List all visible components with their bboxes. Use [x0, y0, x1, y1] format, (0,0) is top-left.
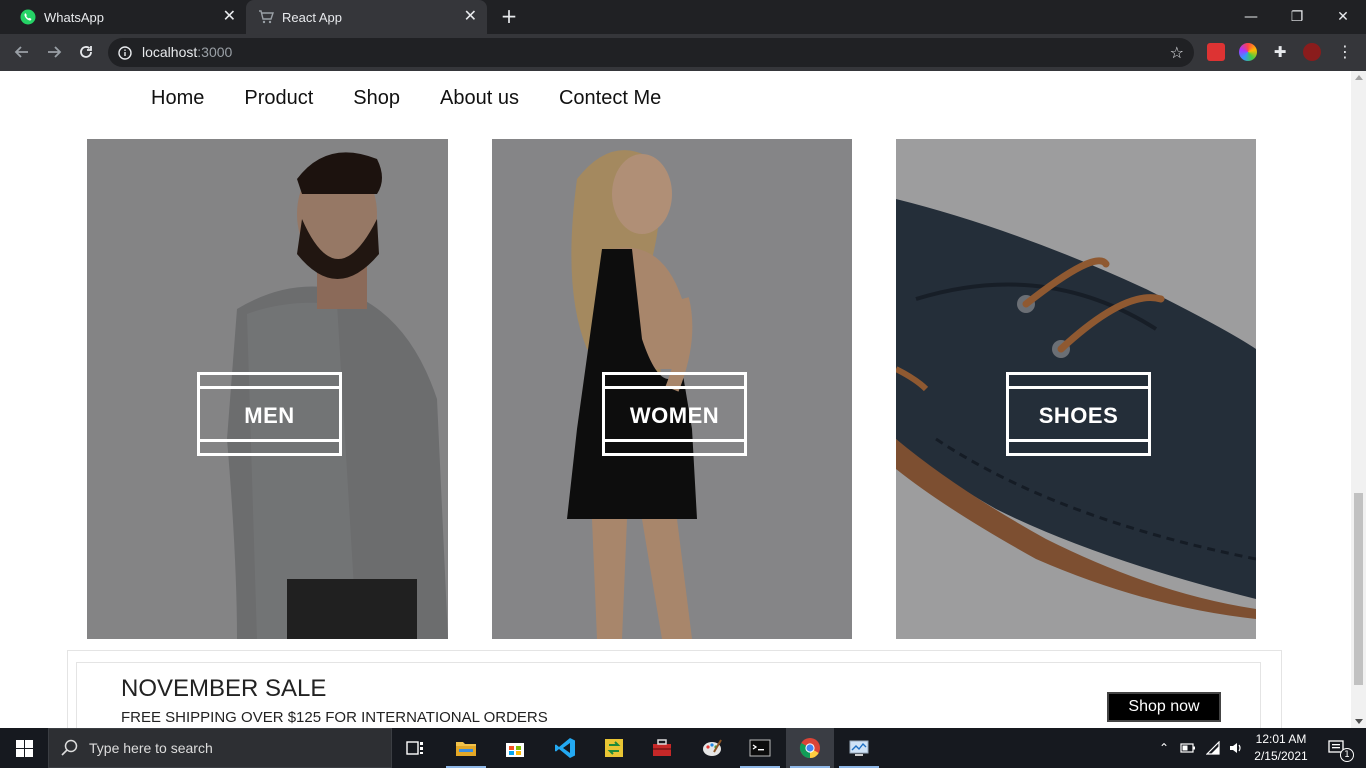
- category-label: MEN: [244, 403, 295, 428]
- taskbar-search-box[interactable]: Type here to search: [48, 728, 392, 768]
- browser-toolbar: localhost:3000 ☆ ✚ ⋮: [0, 34, 1366, 71]
- search-icon: [61, 739, 79, 761]
- scrollbar-thumb[interactable]: [1354, 493, 1363, 685]
- clock-date: 2/15/2021: [1254, 749, 1308, 763]
- tab-whatsapp[interactable]: WhatsApp ✕: [0, 0, 246, 34]
- wifi-icon[interactable]: [1204, 728, 1224, 768]
- reload-icon[interactable]: [74, 40, 98, 64]
- url-text: localhost:3000: [142, 44, 232, 60]
- nav-contact-me[interactable]: Contect Me: [559, 87, 661, 110]
- notifications-icon[interactable]: 1: [1318, 728, 1358, 768]
- cart-icon: [258, 9, 274, 25]
- show-hidden-icons-icon[interactable]: ⌃: [1156, 728, 1172, 768]
- category-card-women[interactable]: WOMEN: [492, 139, 852, 639]
- minimize-icon[interactable]: —: [1228, 0, 1274, 34]
- microsoft-store-icon[interactable]: [491, 728, 539, 768]
- restore-icon[interactable]: ❐: [1274, 0, 1320, 34]
- shop-now-button[interactable]: Shop now: [1107, 692, 1221, 722]
- sale-title: NOVEMBER SALE: [121, 675, 327, 702]
- windows-taskbar: Type here to search ⌃ 12:01 AM 2/15/2021…: [0, 728, 1366, 768]
- extension-red-icon[interactable]: [1207, 43, 1225, 61]
- nav-product[interactable]: Product: [244, 87, 313, 110]
- category-card-men[interactable]: MEN: [87, 139, 448, 639]
- toolbox-icon[interactable]: [638, 728, 686, 768]
- page-scrollbar[interactable]: [1351, 71, 1366, 728]
- url-host: localhost: [142, 44, 198, 60]
- sync-app-icon[interactable]: [590, 728, 638, 768]
- notification-count-badge: 1: [1340, 748, 1354, 762]
- task-view-icon[interactable]: [392, 728, 440, 768]
- category-label-frame: MEN: [197, 372, 342, 456]
- main-nav: Home Product Shop About us Contect Me: [151, 87, 661, 110]
- battery-icon[interactable]: [1178, 728, 1198, 768]
- clock-time: 12:01 AM: [1255, 732, 1307, 746]
- site-info-icon[interactable]: [118, 45, 132, 64]
- file-explorer-icon[interactable]: [442, 728, 490, 768]
- close-window-icon[interactable]: ✕: [1320, 0, 1366, 34]
- category-card-shoes[interactable]: SHOES: [896, 139, 1256, 639]
- category-label-frame: WOMEN: [602, 372, 747, 456]
- chrome-icon[interactable]: [786, 728, 834, 768]
- menu-kebab-icon[interactable]: ⋮: [1336, 43, 1354, 61]
- bookmark-star-icon[interactable]: ☆: [1170, 43, 1184, 62]
- whatsapp-icon: [20, 9, 36, 25]
- volume-icon[interactable]: [1226, 728, 1246, 768]
- back-icon[interactable]: [10, 40, 34, 64]
- category-label: SHOES: [1038, 403, 1119, 428]
- system-clock[interactable]: 12:01 AM 2/15/2021: [1248, 731, 1314, 765]
- extension-color-icon[interactable]: [1239, 43, 1257, 61]
- scroll-up-arrow-icon[interactable]: [1355, 75, 1363, 80]
- scroll-down-arrow-icon[interactable]: [1355, 719, 1363, 724]
- nav-home[interactable]: Home: [151, 87, 204, 110]
- monitor-app-icon[interactable]: [835, 728, 883, 768]
- tab-react-app[interactable]: React App ✕: [246, 0, 487, 34]
- tab-title: React App: [282, 9, 342, 25]
- windows-start-icon[interactable]: [0, 728, 48, 768]
- close-icon[interactable]: ✕: [223, 8, 236, 26]
- vscode-icon[interactable]: [541, 728, 589, 768]
- sale-banner: NOVEMBER SALE FREE SHIPPING OVER $125 FO…: [67, 650, 1282, 728]
- forward-icon[interactable]: [42, 40, 66, 64]
- sale-banner-inner: NOVEMBER SALE FREE SHIPPING OVER $125 FO…: [76, 662, 1261, 728]
- address-bar[interactable]: localhost:3000 ☆: [108, 38, 1194, 67]
- page-viewport: Home Product Shop About us Contect Me ME…: [0, 71, 1366, 728]
- url-port: :3000: [197, 44, 233, 60]
- extensions-puzzle-icon[interactable]: ✚: [1271, 43, 1289, 61]
- nav-shop[interactable]: Shop: [353, 87, 400, 110]
- new-tab-icon[interactable]: +: [498, 6, 520, 28]
- paint-icon[interactable]: [688, 728, 736, 768]
- profile-avatar[interactable]: [1303, 43, 1321, 61]
- search-placeholder: Type here to search: [89, 740, 213, 756]
- category-label-frame: SHOES: [1006, 372, 1151, 456]
- nav-about-us[interactable]: About us: [440, 87, 519, 110]
- browser-tab-strip: WhatsApp ✕ React App ✕ + — ❐ ✕: [0, 0, 1366, 34]
- sale-subtitle: FREE SHIPPING OVER $125 FOR INTERNATIONA…: [121, 709, 548, 726]
- close-icon[interactable]: ✕: [464, 8, 477, 26]
- tab-title: WhatsApp: [44, 9, 104, 25]
- terminal-icon[interactable]: [736, 728, 784, 768]
- category-label: WOMEN: [629, 403, 720, 428]
